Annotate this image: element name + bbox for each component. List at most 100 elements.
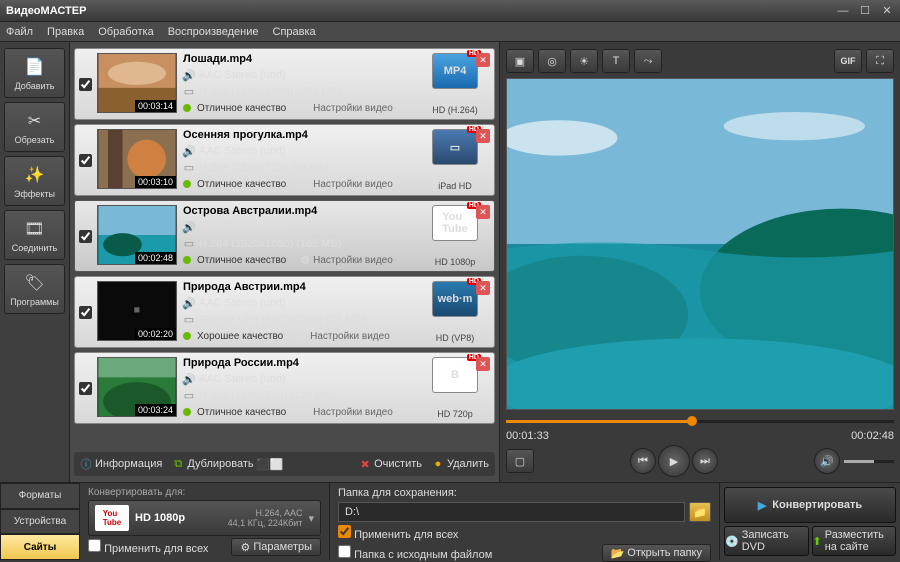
folder-open-icon: 📂 (611, 547, 625, 560)
video-preview[interactable] (506, 78, 894, 410)
volume-slider[interactable] (844, 460, 894, 463)
video-settings-link[interactable]: ⚙Настройки видео (300, 178, 393, 191)
file-checkbox[interactable] (79, 78, 92, 91)
close-icon[interactable]: ✕ (880, 4, 894, 18)
info-button[interactable]: ⓘИнформация (80, 458, 162, 470)
clear-icon: ✖ (359, 458, 371, 470)
video-icon: ▭ (183, 86, 195, 98)
video-settings-link[interactable]: ⚙Настройки видео (297, 330, 390, 343)
menu-file[interactable]: Файл (6, 26, 33, 38)
remove-file-button[interactable]: ✕ (476, 129, 490, 143)
format-badge[interactable]: HDMP4 (432, 53, 478, 89)
video-settings-link[interactable]: ⚙Настройки видео (300, 102, 393, 115)
apply-all-checkbox[interactable]: Применить для всех (88, 539, 208, 555)
preset-name: HD 1080p (135, 512, 216, 524)
speed-button[interactable]: ⤳ (634, 49, 662, 73)
delete-button[interactable]: ●Удалить (432, 458, 489, 470)
file-video: H.264 (1280x720) (129 МБ) (199, 390, 335, 402)
convert-for-label: Конвертировать для: (88, 487, 321, 498)
sidebar-add[interactable]: 📄Добавить (4, 48, 65, 98)
sidebar: 📄Добавить ✂Обрезать ✨Эффекты 🎞Соединить … (0, 42, 70, 482)
gear-icon: ⚙ (300, 102, 310, 115)
open-folder-button[interactable]: 📂Открыть папку (602, 544, 711, 562)
tab-devices[interactable]: Устройства (0, 509, 80, 535)
frame-button[interactable]: ▢ (506, 449, 534, 473)
file-row[interactable]: 00:02:48 Острова Австралии.mp4 🔊AAC Ster… (74, 200, 495, 272)
file-checkbox[interactable] (79, 154, 92, 167)
frame-icon: ▢ (515, 455, 525, 468)
file-thumbnail[interactable]: 00:02:48 (97, 205, 177, 265)
remove-file-button[interactable]: ✕ (476, 357, 490, 371)
file-quality: Отличное качество (197, 103, 286, 114)
preview-panel: ▣ ◎ ☀ T ⤳ GIF ⛶ 00:01:33 00:02:48 ▢ ⏮ ▶ (500, 42, 900, 482)
write-dvd-button[interactable]: 💿Записать DVD (724, 526, 809, 556)
text-button[interactable]: T (602, 49, 630, 73)
toggle-button[interactable]: ⬛⬜ (264, 458, 276, 470)
file-thumbnail[interactable]: 00:03:10 (97, 129, 177, 189)
file-name: Природа России.mp4 (183, 357, 414, 369)
sidebar-effects[interactable]: ✨Эффекты (4, 156, 65, 206)
save-folder-label: Папка для сохранения: (338, 487, 711, 499)
maximize-icon[interactable]: ☐ (858, 4, 872, 18)
file-checkbox[interactable] (79, 306, 92, 319)
remove-file-button[interactable]: ✕ (476, 53, 490, 67)
format-badge[interactable]: HDYouTube (432, 205, 478, 241)
video-settings-link[interactable]: ⚙Настройки видео (300, 406, 393, 419)
params-button[interactable]: ⚙Параметры (231, 538, 321, 556)
volume-button[interactable]: 🔊 (814, 448, 840, 474)
file-row[interactable]: 00:03:14 Лошади.mp4 🔊AAC Stereo (und) ▭H… (74, 48, 495, 120)
file-checkbox[interactable] (79, 382, 92, 395)
save-path-input[interactable] (338, 502, 685, 522)
file-checkbox[interactable] (79, 230, 92, 243)
play-icon: ▶ (670, 455, 678, 468)
seek-knob[interactable] (687, 416, 697, 426)
snapshot-button[interactable]: ◎ (538, 49, 566, 73)
menu-process[interactable]: Обработка (98, 26, 153, 38)
video-settings-link[interactable]: ⚙Настройки видео (300, 254, 393, 267)
remove-file-button[interactable]: ✕ (476, 281, 490, 295)
menu-edit[interactable]: Правка (47, 26, 84, 38)
quality-dot-icon (183, 104, 191, 112)
file-audio: AAC Stereo (und) (199, 69, 286, 81)
format-badge[interactable]: HDweb·m (432, 281, 478, 317)
upload-button[interactable]: ⬆Разместить на сайте (812, 526, 897, 556)
sidebar-join[interactable]: 🎞Соединить (4, 210, 65, 260)
format-label: HD 1080p (435, 257, 476, 267)
sidebar-cut[interactable]: ✂Обрезать (4, 102, 65, 152)
gear-icon: ⚙ (300, 254, 310, 267)
menu-playback[interactable]: Воспроизведение (168, 26, 259, 38)
fullscreen-button[interactable]: ⛶ (866, 49, 894, 73)
duplicate-button[interactable]: ⧉Дублировать (172, 458, 253, 470)
tab-sites[interactable]: Сайты (0, 534, 80, 560)
text-icon: T (613, 55, 620, 67)
remove-file-button[interactable]: ✕ (476, 205, 490, 219)
convert-button[interactable]: ▶Конвертировать (724, 487, 896, 523)
play-button[interactable]: ▶ (658, 445, 690, 477)
crop-button[interactable]: ▣ (506, 49, 534, 73)
file-row[interactable]: 00:03:24 Природа России.mp4 🔊AAC Stereo … (74, 352, 495, 424)
minimize-icon[interactable]: — (836, 4, 850, 18)
list-toolbar: ⓘИнформация ⧉Дублировать ⬛⬜ ✖Очистить ●У… (74, 452, 495, 476)
clear-button[interactable]: ✖Очистить (359, 458, 422, 470)
gif-button[interactable]: GIF (834, 49, 862, 73)
file-thumbnail[interactable]: 00:03:24 (97, 357, 177, 417)
tab-formats[interactable]: Форматы (0, 483, 80, 509)
next-button[interactable]: ⏭ (692, 448, 718, 474)
format-label: HD (H.264) (432, 105, 478, 115)
file-row[interactable]: 00:03:10 Осенняя прогулка.mp4 🔊AAC Stere… (74, 124, 495, 196)
seek-bar[interactable] (506, 414, 894, 428)
file-row[interactable]: ■00:02:20 Природа Австрии.mp4 🔊AAC Stere… (74, 276, 495, 348)
menu-help[interactable]: Справка (273, 26, 316, 38)
format-badge[interactable]: HD▭ (432, 129, 478, 165)
apply-all-folder-checkbox[interactable]: Применить для всех (338, 525, 458, 541)
prev-button[interactable]: ⏮ (630, 448, 656, 474)
format-label: iPad HD (438, 181, 472, 191)
browse-folder-button[interactable]: 📁 (689, 502, 711, 522)
file-thumbnail[interactable]: ■00:02:20 (97, 281, 177, 341)
source-folder-checkbox[interactable]: Папка с исходным файлом (338, 545, 492, 561)
brightness-button[interactable]: ☀ (570, 49, 598, 73)
sidebar-programs[interactable]: 🏷Программы (4, 264, 65, 314)
preset-selector[interactable]: YouTube HD 1080p H.264, AAC 44,1 КГц, 22… (88, 500, 321, 536)
file-thumbnail[interactable]: 00:03:14 (97, 53, 177, 113)
format-badge[interactable]: HDВ (432, 357, 478, 393)
